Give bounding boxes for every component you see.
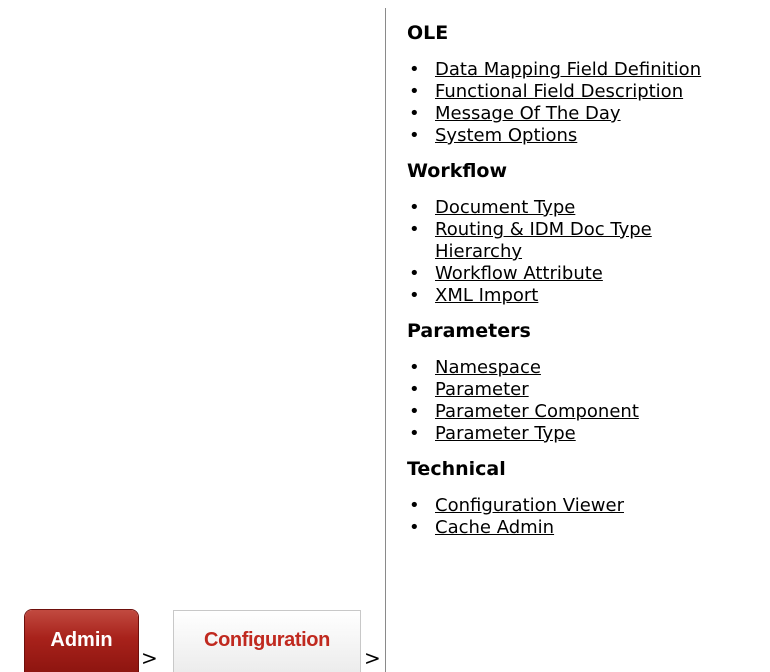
bullet-icon: •: [409, 81, 420, 102]
bullet-icon: •: [409, 423, 420, 444]
breadcrumb: Admin > Configuration >: [0, 600, 385, 672]
link-parameter[interactable]: Parameter: [435, 379, 529, 400]
list-item: • Message Of The Day: [407, 103, 767, 125]
bullet-icon: •: [409, 59, 420, 80]
link-routing-idm-doc-type-hierarchy[interactable]: Routing & IDM Doc Type Hierarchy: [435, 219, 652, 262]
bullet-icon: •: [409, 125, 420, 146]
link-system-options[interactable]: System Options: [435, 125, 577, 146]
bullet-icon: •: [409, 495, 420, 516]
link-document-type[interactable]: Document Type: [435, 197, 575, 218]
list-item: • Parameter Type: [407, 423, 767, 445]
list-item: • Functional Field Description: [407, 81, 767, 103]
bullet-icon: •: [409, 401, 420, 422]
link-configuration-viewer[interactable]: Configuration Viewer: [435, 495, 624, 516]
column-divider: [385, 8, 386, 672]
link-namespace[interactable]: Namespace: [435, 357, 541, 378]
section-list-workflow: • Document Type • Routing & IDM Doc Type H…: [407, 197, 767, 307]
link-cache-admin[interactable]: Cache Admin: [435, 517, 554, 538]
link-functional-field-description[interactable]: Functional Field Description: [435, 81, 683, 102]
breadcrumb-separator: >: [364, 646, 381, 670]
list-item: • Document Type: [407, 197, 767, 219]
link-xml-import[interactable]: XML Import: [435, 285, 538, 306]
bullet-icon: •: [409, 219, 420, 240]
breadcrumb-separator: >: [141, 646, 158, 670]
list-item: • XML Import: [407, 285, 767, 307]
tab-admin[interactable]: Admin: [25, 610, 138, 672]
link-workflow-attribute[interactable]: Workflow Attribute: [435, 263, 603, 284]
bullet-icon: •: [409, 263, 420, 284]
list-item: • Parameter Component: [407, 401, 767, 423]
bullet-icon: •: [409, 357, 420, 378]
bullet-icon: •: [409, 103, 420, 124]
section-list-ole: • Data Mapping Field Definition • Function…: [407, 59, 767, 147]
list-item: • Parameter: [407, 379, 767, 401]
list-item: • System Options: [407, 125, 767, 147]
link-message-of-the-day[interactable]: Message Of The Day: [435, 103, 621, 124]
list-item: • Cache Admin: [407, 517, 767, 539]
bullet-icon: •: [409, 517, 420, 538]
bullet-icon: •: [409, 379, 420, 400]
section-title-parameters: Parameters: [407, 320, 531, 342]
tab-configuration[interactable]: Configuration: [173, 610, 361, 672]
list-item: • Routing & IDM Doc Type Hierarchy: [407, 219, 725, 263]
section-list-parameters: • Namespace • Parameter • Parameter Compone…: [407, 357, 767, 445]
list-item: • Workflow Attribute: [407, 263, 767, 285]
section-title-ole: OLE: [407, 22, 449, 44]
bullet-icon: •: [409, 285, 420, 306]
section-title-workflow: Workflow: [407, 160, 508, 182]
list-item: • Data Mapping Field Definition: [407, 59, 767, 81]
section-title-technical: Technical: [407, 458, 506, 480]
section-list-technical: • Configuration Viewer • Cache Admin: [407, 495, 767, 539]
admin-menu: OLE • Data Mapping Field Definition • Func…: [407, 22, 767, 552]
list-item: • Configuration Viewer: [407, 495, 767, 517]
link-parameter-component[interactable]: Parameter Component: [435, 401, 639, 422]
bullet-icon: •: [409, 197, 420, 218]
link-parameter-type[interactable]: Parameter Type: [435, 423, 576, 444]
list-item: • Namespace: [407, 357, 767, 379]
link-data-mapping-field-definition[interactable]: Data Mapping Field Definition: [435, 59, 701, 80]
